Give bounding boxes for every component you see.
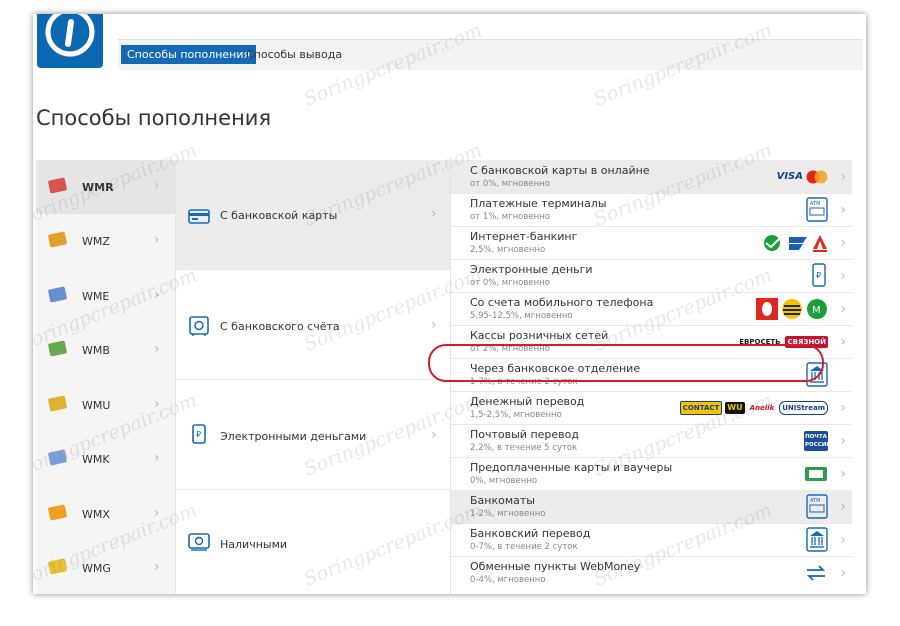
wallet-icon: [47, 286, 68, 303]
chevron-right-icon: ›: [840, 268, 846, 284]
mastercard-logo-icon: [806, 170, 828, 183]
wallet-icon: [47, 558, 68, 575]
method-postal-transfer[interactable]: Почтовый перевод 2,2%, в течение 5 суток…: [451, 424, 852, 458]
deposit-method-list: С банковской карты в онлайне от 0%, мгно…: [451, 160, 852, 594]
contact-logo-icon: CONTACT: [679, 400, 723, 415]
western-union-logo-icon: WU: [725, 401, 745, 414]
method-retail[interactable]: Кассы розничных сетей от 2%, мгновенно Е…: [451, 325, 852, 359]
chevron-right-icon: ›: [154, 505, 160, 521]
chevron-right-icon: ›: [840, 301, 846, 317]
deposit-category-list: С банковской карты › С банковского счёта…: [176, 160, 451, 594]
category-e-money[interactable]: ₽ Электронными деньгами ›: [176, 380, 450, 490]
method-bank-transfer[interactable]: Банковский перевод 0-7%, в течение 2 сут…: [451, 523, 852, 557]
method-exchange-points[interactable]: Обменные пункты WebMoney 0-4%, мгновенно…: [451, 556, 852, 589]
wallet-icon: [47, 231, 68, 248]
wallet-icon: [47, 449, 68, 466]
wallet-item-wmk[interactable]: WMK ›: [36, 432, 175, 486]
category-bank-card[interactable]: С банковской карты ›: [176, 160, 450, 270]
method-internet-banking[interactable]: Интернет-банкинг 2,5%, мгновенно ›: [451, 226, 852, 260]
chevron-right-icon: ›: [154, 232, 160, 248]
russian-post-logo-icon: ПОЧТА РОССИИ: [804, 430, 831, 451]
wallet-item-wmb[interactable]: WMB ›: [36, 323, 175, 377]
chevron-right-icon: ›: [840, 169, 846, 185]
method-money-transfer[interactable]: Денежный перевод 1,5-2,5%, мгновенно CON…: [451, 391, 852, 425]
chevron-right-icon: ›: [840, 565, 846, 581]
svg-text:М: М: [812, 305, 821, 316]
category-bank-account[interactable]: С банковского счёта ›: [176, 270, 450, 380]
e-money-icon: ₽: [192, 424, 206, 444]
cash-icon: [188, 533, 210, 551]
info-logo-icon: [45, 14, 95, 57]
beeline-logo-icon: [782, 298, 802, 319]
method-bank-branch[interactable]: Через банковское отделение 1-7%, в течен…: [451, 358, 852, 392]
unistream-logo-icon: UNIStream: [779, 400, 828, 415]
chevron-right-icon: ›: [840, 400, 846, 416]
category-cash[interactable]: Наличными: [176, 490, 450, 594]
svyaznoy-logo-icon: СВЯЗНОЙ: [785, 335, 828, 348]
bank-card-icon: [188, 209, 210, 224]
wallet-item-wmu[interactable]: WMU ›: [36, 378, 175, 432]
chevron-right-icon: ›: [154, 450, 160, 466]
wallet-item-wme[interactable]: WME ›: [36, 269, 175, 323]
exchange-arrows-icon: [806, 564, 826, 581]
chevron-right-icon: ›: [840, 202, 846, 218]
voucher-icon: [805, 466, 827, 481]
wallet-item-wmx[interactable]: WMX ›: [36, 487, 175, 541]
chevron-right-icon: ›: [431, 206, 437, 222]
chevron-right-icon: ›: [840, 433, 846, 449]
vtb-logo-icon: [789, 236, 807, 250]
svg-text:₽: ₽: [816, 271, 821, 280]
chevron-right-icon: ›: [154, 341, 160, 357]
wallet-item-wmz[interactable]: WMZ ›: [36, 214, 175, 268]
wallet-list: WMR › WMZ › WME › WMB › WMU › WMK › WMX …: [36, 160, 176, 594]
tab-bar: Способы пополнения Способы вывода: [118, 39, 863, 70]
chevron-right-icon: ›: [840, 499, 846, 515]
anelik-logo-icon: Anelik: [749, 403, 775, 412]
app-window: Способы пополнения Способы вывода Способ…: [33, 14, 866, 594]
svg-text:₽: ₽: [196, 430, 201, 439]
wallet-icon: [47, 177, 68, 194]
wallet-icon: [47, 340, 68, 357]
chevron-right-icon: ›: [431, 427, 437, 443]
chevron-right-icon: ›: [840, 235, 846, 251]
svg-text:ATM: ATM: [810, 498, 820, 504]
e-wallet-icon: ₽: [812, 263, 826, 287]
method-terminals[interactable]: Платежные терминалы от 1%, мгновенно ATM…: [451, 193, 852, 227]
method-e-money[interactable]: Электронные деньги от 0%, мгновенно ₽ ›: [451, 259, 852, 293]
page-title: Способы пополнения: [36, 106, 272, 130]
alfa-bank-logo-icon: [813, 234, 827, 252]
wallet-item-wmg[interactable]: WMG ›: [36, 541, 175, 594]
bank-icon: [806, 527, 828, 552]
chevron-right-icon: ›: [154, 178, 160, 194]
chevron-right-icon: ›: [154, 396, 160, 412]
megafon-logo-icon: М: [807, 298, 827, 319]
svg-text:ATM: ATM: [810, 201, 820, 207]
bank-safe-icon: [189, 316, 209, 336]
atm-icon: ATM: [806, 494, 828, 519]
bank-icon: [806, 362, 828, 387]
chevron-right-icon: ›: [154, 559, 160, 575]
euroset-logo-icon: ЕВРОСЕТЬ: [739, 337, 781, 346]
tab-withdrawal-methods[interactable]: Способы вывода: [240, 45, 348, 64]
tab-deposit-methods[interactable]: Способы пополнения: [121, 45, 257, 64]
sberbank-logo-icon: [764, 234, 781, 251]
search-field[interactable]: [121, 14, 409, 41]
method-prepaid-cards[interactable]: Предоплаченные карты и ваучеры 0%, мгнов…: [451, 457, 852, 491]
chevron-right-icon: ›: [154, 287, 160, 303]
webmoney-logo[interactable]: [37, 14, 103, 68]
wallet-icon: [47, 395, 68, 412]
wallet-item-wmr[interactable]: WMR ›: [36, 160, 175, 214]
method-card-online[interactable]: С банковской карты в онлайне от 0%, мгно…: [451, 160, 852, 194]
atm-icon: ATM: [806, 197, 828, 222]
visa-logo-icon: VISA: [776, 171, 803, 182]
method-atm[interactable]: Банкоматы 1-2%, мгновенно ATM ›: [451, 490, 852, 524]
chevron-right-icon: ›: [840, 466, 846, 482]
method-mobile[interactable]: Со счета мобильного телефона 5,95-12,5%,…: [451, 292, 852, 326]
mts-logo-icon: [756, 297, 778, 320]
wallet-icon: [47, 504, 68, 521]
chevron-right-icon: ›: [431, 317, 437, 333]
chevron-right-icon: ›: [840, 334, 846, 350]
chevron-right-icon: ›: [840, 532, 846, 548]
